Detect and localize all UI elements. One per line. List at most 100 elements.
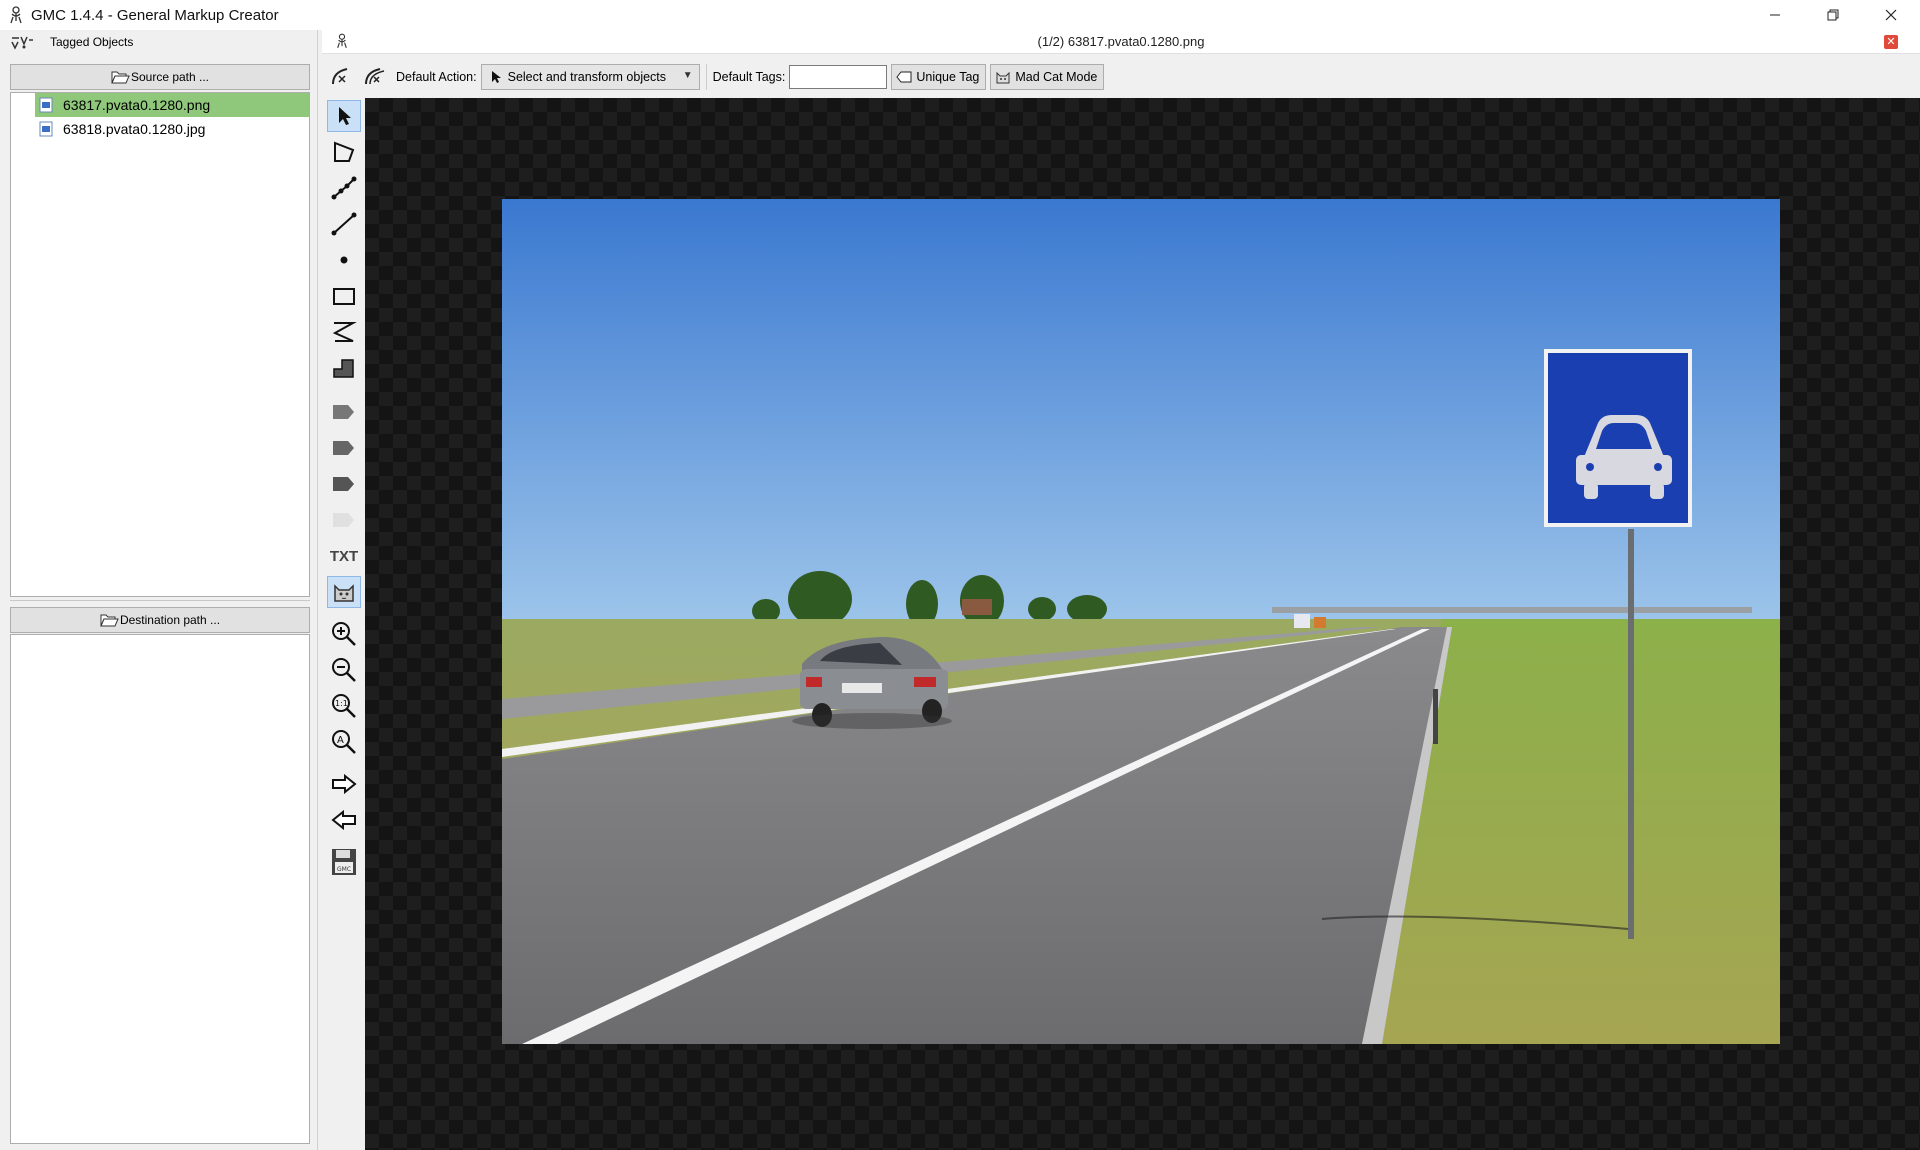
- file-name: 63818.pvata0.1280.jpg: [63, 121, 206, 137]
- left-panel: Tagged Objects Source path ... 63817.pva…: [0, 30, 318, 1150]
- cat-icon: [334, 584, 354, 602]
- folder-open-icon: [111, 71, 130, 84]
- zoom-actual-size-tool[interactable]: 1:1: [327, 690, 361, 722]
- restore-button[interactable]: [1804, 0, 1862, 30]
- svg-text:A: A: [337, 735, 344, 746]
- app-icon: [5, 4, 27, 26]
- destination-path-button[interactable]: Destination path ...: [10, 607, 310, 633]
- step-tool[interactable]: [327, 352, 361, 384]
- panel-splitter[interactable]: [10, 600, 310, 604]
- mad-cat-mode-label: Mad Cat Mode: [1015, 70, 1098, 84]
- default-tags-label: Default Tags:: [712, 70, 786, 84]
- close-document-button[interactable]: ✕: [1884, 35, 1898, 49]
- main-toolbar: Default Action: Select and transform obj…: [322, 60, 1920, 94]
- title-bar: GMC 1.4.4 - General Markup Creator: [0, 0, 1920, 30]
- untag-tool-button[interactable]: [360, 62, 390, 92]
- document-icon: [336, 33, 348, 52]
- label-tool-1[interactable]: [327, 396, 361, 428]
- save-tool[interactable]: GMC: [327, 846, 361, 878]
- tag-tool-button[interactable]: [326, 62, 356, 92]
- chevron-down-icon: ▼: [682, 70, 693, 81]
- zoom-fit-tool[interactable]: A: [327, 726, 361, 758]
- default-tags-input[interactable]: [789, 65, 888, 89]
- image-canvas[interactable]: [365, 98, 1920, 1150]
- zoom-auto-icon: A: [332, 730, 356, 754]
- unique-tag-label: Unique Tag: [916, 70, 980, 84]
- document-header: (1/2) 63817.pvata0.1280.png ✕: [322, 30, 1920, 54]
- restore-icon: [1827, 9, 1839, 21]
- rectangle-tool[interactable]: [327, 280, 361, 312]
- mad-cat-mode-button[interactable]: Mad Cat Mode: [990, 64, 1105, 90]
- zoom-in-icon: [332, 622, 356, 646]
- folder-open-icon: [100, 614, 119, 627]
- road-photo: [502, 199, 1780, 1044]
- tagged-objects-label: Tagged Objects: [50, 35, 134, 49]
- file-item[interactable]: 63818.pvata0.1280.jpg: [11, 117, 309, 141]
- tag-curve-icon: [332, 68, 348, 85]
- tool-strip: TXT 1:1 A GMC: [322, 98, 362, 1150]
- zigzag-tool[interactable]: [327, 316, 361, 348]
- default-action-select[interactable]: Select and transform objects ▼: [480, 64, 700, 90]
- svg-text:1:1: 1:1: [335, 699, 348, 708]
- file-item[interactable]: 63817.pvata0.1280.png: [35, 93, 309, 117]
- next-image-tool[interactable]: [327, 768, 361, 800]
- select-tool[interactable]: [327, 100, 361, 132]
- tagged-objects-icon: [11, 36, 33, 50]
- mad-cat-tool[interactable]: [327, 576, 361, 608]
- window-title: GMC 1.4.4 - General Markup Creator: [31, 6, 279, 24]
- tag-icon: [896, 71, 912, 83]
- arrow-right-icon: [332, 773, 357, 795]
- cursor-arrow-icon: [491, 71, 501, 83]
- pointer-arrow-icon: [339, 107, 351, 125]
- point-icon: [340, 256, 348, 264]
- label-tool-disabled[interactable]: [327, 504, 361, 536]
- rectangle-icon: [333, 288, 355, 305]
- polyline-icon: [331, 176, 357, 200]
- label-tag-icon: [333, 405, 354, 419]
- zigzag-icon: [332, 322, 357, 342]
- image-file-icon: [39, 97, 53, 113]
- zoom-one-to-one-icon: 1:1: [332, 694, 356, 718]
- untag-curve-icon: [365, 68, 385, 85]
- save-disk-icon: GMC: [332, 849, 356, 875]
- zoom-out-tool[interactable]: [327, 654, 361, 686]
- window-controls: [1746, 0, 1920, 30]
- previous-image-tool[interactable]: [327, 804, 361, 836]
- tagged-objects-header: Tagged Objects: [0, 30, 317, 54]
- label-tool-2[interactable]: [327, 432, 361, 464]
- unique-tag-button[interactable]: Unique Tag: [891, 64, 987, 90]
- polyline-tool[interactable]: [327, 172, 361, 204]
- toolbar-separator: [705, 64, 707, 90]
- image-file-icon: [39, 121, 53, 137]
- close-icon: [1885, 9, 1897, 21]
- source-file-list[interactable]: 63817.pvata0.1280.png 63818.pvata0.1280.…: [10, 92, 310, 597]
- label-tag-icon: [333, 441, 354, 455]
- zoom-in-tool[interactable]: [327, 618, 361, 650]
- destination-path-label: Destination path ...: [119, 613, 221, 627]
- txt-label: TXT: [329, 547, 359, 565]
- polygon-icon: [334, 141, 355, 162]
- source-path-label: Source path ...: [130, 70, 210, 84]
- label-tag-icon: [333, 477, 354, 491]
- default-action-value: Select and transform objects: [507, 70, 667, 84]
- source-path-button[interactable]: Source path ...: [10, 64, 310, 90]
- close-button[interactable]: [1862, 0, 1920, 30]
- label-tool-3[interactable]: [327, 468, 361, 500]
- zoom-out-icon: [332, 658, 356, 682]
- label-tag-icon: [333, 513, 354, 527]
- default-action-label: Default Action:: [396, 70, 477, 84]
- minimize-icon: [1770, 14, 1780, 16]
- cat-icon: [996, 71, 1010, 84]
- document-title: (1/2) 63817.pvata0.1280.png: [1037, 34, 1205, 49]
- text-tool[interactable]: TXT: [327, 540, 361, 572]
- file-name: 63817.pvata0.1280.png: [63, 97, 211, 113]
- svg-text:GMC: GMC: [337, 866, 351, 873]
- destination-file-list[interactable]: [10, 634, 310, 1144]
- line-icon: [331, 212, 357, 236]
- line-tool[interactable]: [327, 208, 361, 240]
- point-tool[interactable]: [327, 244, 361, 276]
- step-shape-icon: [333, 359, 354, 378]
- minimize-button[interactable]: [1746, 0, 1804, 30]
- polygon-tool[interactable]: [327, 136, 361, 168]
- arrow-left-icon: [331, 809, 356, 831]
